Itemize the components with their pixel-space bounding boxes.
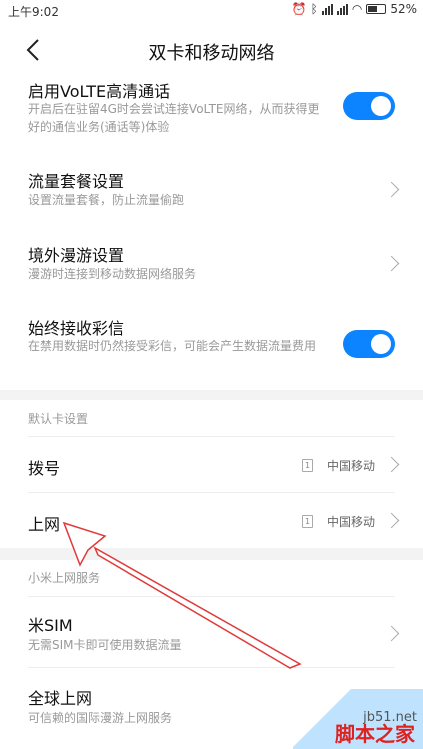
data-plan-subtitle: 设置流量套餐，防止流量偷跑 bbox=[28, 193, 185, 207]
volte-row[interactable]: 启用VoLTE高清通话 开启后在驻留4G时会尝试连接VoLTE网络，从而获得更好… bbox=[0, 78, 423, 148]
signal-icon bbox=[336, 3, 348, 15]
misim-title: 米SIM bbox=[28, 616, 73, 635]
status-time: 上午9:02 bbox=[8, 5, 59, 19]
misim-subtitle: 无需SIM卡即可使用数据流量 bbox=[28, 638, 182, 652]
data-plan-row[interactable]: 流量套餐设置 设置流量套餐，防止流量偷跑 bbox=[0, 158, 423, 222]
roaming-title: 境外漫游设置 bbox=[28, 246, 125, 265]
internet-carrier: 中国移动 bbox=[326, 515, 375, 529]
default-card-header: 默认卡设置 bbox=[0, 400, 423, 436]
mms-title: 始终接收彩信 bbox=[28, 319, 125, 338]
mi-service-header: 小米上网服务 bbox=[0, 560, 423, 596]
chevron-right-icon bbox=[383, 512, 400, 529]
mms-subtitle: 在禁用数据时仍然接受彩信，可能会产生数据流量费用 bbox=[28, 339, 317, 353]
title-bar: 双卡和移动网络 bbox=[0, 22, 423, 78]
roaming-row[interactable]: 境外漫游设置 漫游时连接到移动数据网络服务 bbox=[0, 232, 423, 296]
volte-subtitle: 开启后在驻留4G时会尝试连接VoLTE网络，从而获得更好的通信业务(通话等)体验 bbox=[28, 102, 320, 134]
chevron-right-icon bbox=[383, 456, 400, 473]
data-plan-title: 流量套餐设置 bbox=[28, 172, 125, 191]
chevron-right-icon bbox=[383, 625, 400, 642]
global-subtitle: 可信赖的国际漫游上网服务 bbox=[28, 711, 173, 725]
dial-title: 拨号 bbox=[28, 459, 61, 478]
internet-row[interactable]: 上网 1 中国移动 bbox=[0, 493, 423, 548]
mms-row[interactable]: 始终接收彩信 在禁用数据时仍然接受彩信，可能会产生数据流量费用 bbox=[0, 305, 423, 389]
battery-percent: 52% bbox=[390, 2, 417, 16]
divider bbox=[28, 596, 395, 597]
dial-carrier: 中国移动 bbox=[326, 459, 375, 473]
misim-row[interactable]: 米SIM 无需SIM卡即可使用数据流量 bbox=[0, 598, 423, 666]
wifi-icon: ◠ bbox=[351, 2, 363, 16]
status-bar: 上午9:02 ⏰ ᛒ ◠ 52% bbox=[0, 0, 423, 22]
section-gap bbox=[0, 548, 423, 560]
signal-icon bbox=[321, 3, 333, 15]
chevron-right-icon bbox=[383, 181, 400, 198]
divider bbox=[28, 667, 395, 668]
section-label: 默认卡设置 bbox=[28, 412, 89, 426]
chevron-right-icon bbox=[383, 255, 400, 272]
watermark: jb51.net 脚本之家 bbox=[293, 689, 423, 749]
section-label: 小米上网服务 bbox=[28, 571, 101, 585]
page-title: 双卡和移动网络 bbox=[148, 43, 275, 64]
internet-title: 上网 bbox=[28, 515, 61, 534]
battery-icon bbox=[366, 4, 387, 14]
section-gap bbox=[0, 390, 423, 400]
roaming-subtitle: 漫游时连接到移动数据网络服务 bbox=[28, 267, 197, 281]
dial-row[interactable]: 拨号 1 中国移动 bbox=[0, 437, 423, 492]
volte-toggle[interactable] bbox=[343, 92, 395, 120]
mms-toggle[interactable] bbox=[343, 330, 395, 358]
watermark-logo: 脚本之家 bbox=[335, 722, 415, 746]
sim-card-icon: 1 bbox=[301, 459, 313, 472]
alarm-icon: ⏰ bbox=[291, 2, 307, 16]
sim-card-icon: 1 bbox=[301, 515, 313, 528]
volte-title: 启用VoLTE高清通话 bbox=[28, 82, 171, 101]
bluetooth-icon: ᛒ bbox=[310, 2, 318, 16]
global-title: 全球上网 bbox=[28, 689, 93, 708]
